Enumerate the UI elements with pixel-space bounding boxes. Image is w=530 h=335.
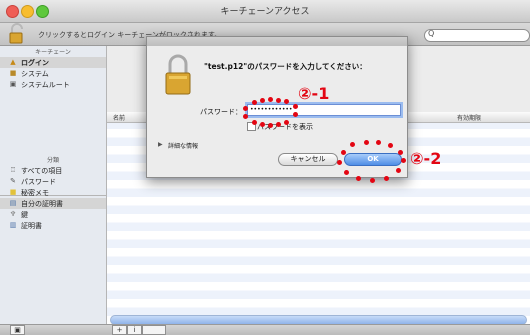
- annotation-dot: [341, 150, 346, 155]
- column-expires[interactable]: 有効期限: [457, 113, 481, 122]
- sidebar-item-all-items[interactable]: ♖ すべての項目: [0, 165, 106, 176]
- annotation-dot: [396, 168, 401, 173]
- window-title: キーチェーンアクセス: [220, 7, 310, 17]
- sidebar-toggle-icon[interactable]: ▣: [10, 325, 25, 335]
- annotation-dot: [293, 104, 298, 109]
- annotation-dot: [276, 98, 281, 103]
- search-input[interactable]: [424, 29, 530, 42]
- annotation-dot: [376, 140, 381, 145]
- key-icon: ♆: [9, 210, 17, 218]
- annotation-dot: [268, 97, 273, 102]
- sidebar-item-certificates[interactable]: ▥ 証明書: [0, 220, 106, 231]
- password-field[interactable]: ••••••••••••: [247, 104, 401, 116]
- folder-icon: ▣: [9, 80, 17, 88]
- sidebar-item-system[interactable]: ■ システム: [0, 68, 106, 79]
- annotation-dot: [276, 122, 281, 127]
- annotation-dot: [260, 122, 265, 127]
- annotation-dot: [293, 112, 298, 117]
- lock-open-icon[interactable]: [7, 23, 29, 45]
- note-icon: ■: [9, 188, 17, 196]
- annotation-dot: [243, 114, 248, 119]
- sidebar-item-passwords[interactable]: ✎ パスワード: [0, 176, 106, 187]
- password-label: パスワード：: [200, 108, 242, 116]
- sidebar-item-secure-notes[interactable]: ■ 秘密メモ: [0, 187, 106, 198]
- search-icon: Q: [428, 29, 435, 38]
- bottom-bar: [0, 324, 530, 335]
- annotation-dot: [252, 100, 257, 105]
- sidebar-item-login[interactable]: ▲ ログイン: [0, 57, 106, 68]
- cancel-button[interactable]: キャンセル: [278, 153, 338, 166]
- disclosure-triangle-icon[interactable]: ▶: [158, 141, 163, 148]
- annotation-dot: [384, 176, 389, 181]
- annotation-dot: [401, 158, 406, 163]
- sidebar-item-keys[interactable]: ♆ 鍵: [0, 209, 106, 220]
- annotation-dot: [370, 178, 375, 183]
- add-button[interactable]: +: [112, 325, 127, 335]
- annotation-step-1: ②-1: [298, 84, 330, 103]
- password-dialog: "test.p12"のパスワードを入力してください： パスワード： ••••••…: [146, 36, 408, 178]
- category-header: 分類: [46, 157, 59, 164]
- copy-button[interactable]: [142, 325, 166, 335]
- annotation-dot: [350, 142, 355, 147]
- annotation-dot: [243, 106, 248, 111]
- all-items-icon: ♖: [9, 166, 17, 174]
- sidebar: キーチェーン ▲ ログイン ■ システム ▣ システムルート 分類 ♖ すべての…: [0, 46, 107, 324]
- annotation-dot: [268, 123, 273, 128]
- annotation-step-2: ②-2: [410, 149, 442, 168]
- sidebar-item-my-certificates[interactable]: ▤ 自分の証明書: [0, 198, 106, 209]
- annotation-dot: [337, 160, 342, 165]
- lock-open-icon: ▲: [10, 58, 16, 66]
- info-button[interactable]: i: [127, 325, 142, 335]
- keychain-header: キーチェーン: [35, 49, 71, 56]
- annotation-dot: [344, 170, 349, 175]
- annotation-dot: [284, 120, 289, 125]
- annotation-dot: [388, 143, 393, 148]
- details-label[interactable]: 詳細な情報: [168, 141, 198, 150]
- annotation-dot: [260, 98, 265, 103]
- keychain-access-window: キーチェーンアクセス クリックするとログイン キーチェーンがロックされます。 Q…: [0, 0, 530, 335]
- ok-button[interactable]: OK: [344, 153, 402, 166]
- password-icon: ✎: [10, 177, 16, 185]
- sidebar-item-system-roots[interactable]: ▣ システムルート: [0, 79, 106, 90]
- certificate-icon: ▥: [9, 221, 17, 229]
- annotation-dot: [364, 140, 369, 145]
- annotation-dot: [284, 99, 289, 104]
- padlock-icon: [165, 54, 191, 95]
- annotation-dot: [398, 150, 403, 155]
- column-name[interactable]: 名前: [113, 113, 125, 122]
- my-certificate-icon: ▤: [9, 199, 17, 207]
- dialog-top-edge: [147, 37, 407, 46]
- annotation-dot: [356, 176, 361, 181]
- dialog-title: "test.p12"のパスワードを入力してください：: [204, 62, 367, 71]
- lock-icon: ■: [9, 69, 17, 77]
- annotation-dot: [252, 120, 257, 125]
